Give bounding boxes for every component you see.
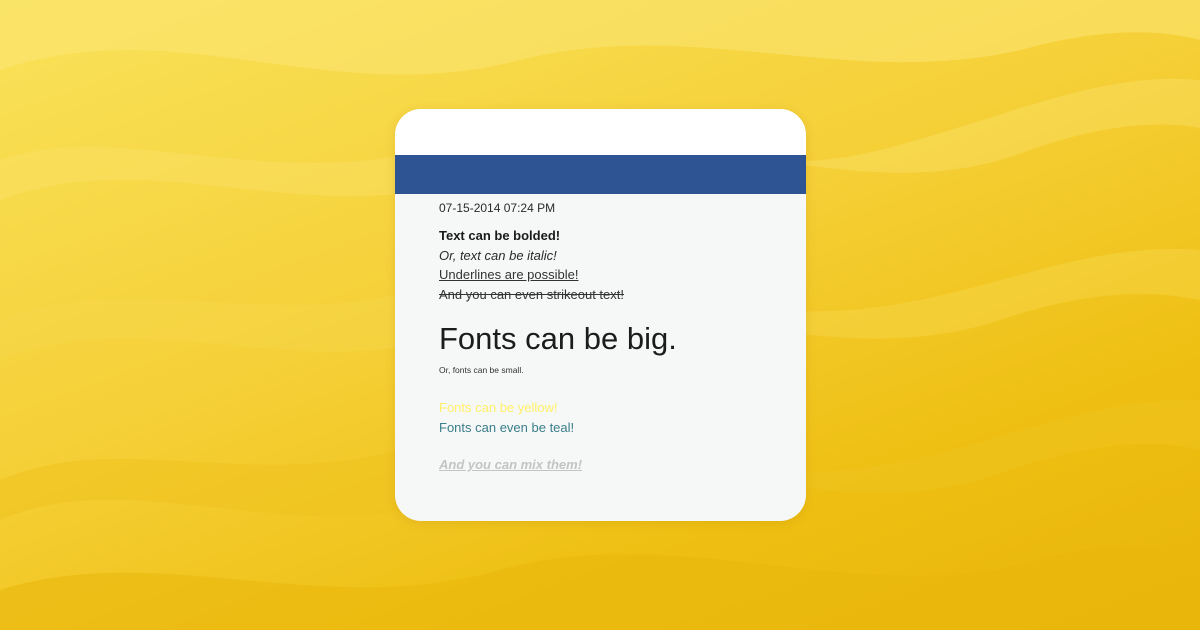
big-text-line: Fonts can be big. — [439, 321, 677, 356]
small-text-line: Or, fonts can be small. — [439, 365, 524, 375]
yellow-text-line: Fonts can be yellow! — [439, 400, 558, 415]
bold-text-line: Text can be bolded! — [439, 228, 561, 243]
strikeout-text-line: And you can even strikeout text! — [439, 286, 624, 302]
italic-text-line: Or, text can be italic! — [439, 247, 557, 263]
mixed-style-text-line: And you can mix them! — [439, 457, 583, 472]
card-top-area — [395, 109, 806, 155]
underline-text-line: Underlines are possible! — [439, 267, 579, 282]
post-timestamp: 07-15-2014 07:24 PM — [439, 201, 556, 215]
card-header-bar — [395, 155, 806, 194]
post-body: 07-15-2014 07:24 PM Text can be bolded! … — [395, 194, 806, 475]
teal-text-line: Fonts can even be teal! — [439, 419, 575, 435]
post-card: 07-15-2014 07:24 PM Text can be bolded! … — [395, 109, 806, 521]
